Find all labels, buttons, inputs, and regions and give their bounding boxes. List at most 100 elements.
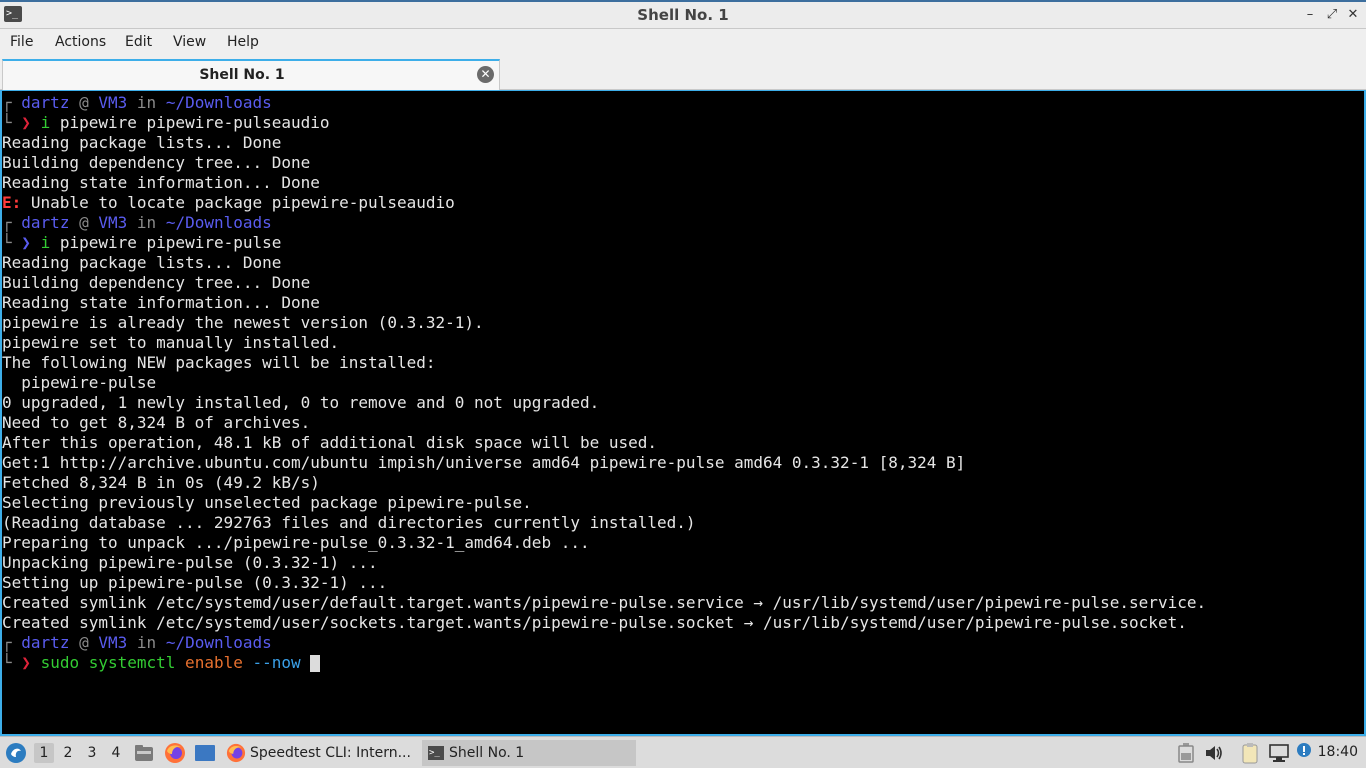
tab-label: Shell No. 1 (199, 67, 285, 83)
prompt-arrow-icon: ❯ (21, 113, 31, 132)
prompt-in: in (136, 93, 157, 112)
output-line: Need to get 8,324 B of archives. (2, 413, 1206, 433)
window-title: Shell No. 1 (637, 6, 729, 24)
menu-file[interactable]: File (10, 34, 33, 50)
command-args: pipewire pipewire-pulse (50, 233, 282, 252)
output-line: Building dependency tree... Done (2, 153, 1206, 173)
prompt-arrow-icon: ❯ (21, 653, 31, 672)
prompt-in: in (136, 633, 157, 652)
terminal-output: ┌ dartz @ VM3 in ~/Downloads └ ❯ i pipewi… (2, 93, 1206, 673)
prompt-in: in (136, 213, 157, 232)
prompt-at: @ (79, 213, 89, 232)
app-menu-icon[interactable] (5, 742, 27, 764)
output-text: pipewire is already the newest version (… (2, 313, 484, 332)
output-text: Reading state information... Done (2, 173, 320, 192)
output-text: Unpacking pipewire-pulse (0.3.32-1) ... (2, 553, 378, 572)
firefox-launcher-icon[interactable] (164, 742, 186, 764)
command-name: sudo systemctl (40, 653, 176, 672)
prompt-user: dartz (21, 93, 70, 112)
clock[interactable]: 18:40 (1318, 744, 1358, 760)
menu-edit[interactable]: Edit (125, 34, 152, 50)
output-line: (Reading database ... 292763 files and d… (2, 513, 1206, 533)
prompt-at: @ (79, 93, 89, 112)
firefox-icon (226, 743, 246, 763)
output-text: Created symlink /etc/systemd/user/defaul… (2, 593, 1207, 612)
tab-bar: Shell No. 1 ✕ (0, 57, 1366, 90)
output-line: Setting up pipewire-pulse (0.3.32-1) ... (2, 573, 1206, 593)
output-line: Created symlink /etc/systemd/user/socket… (2, 613, 1206, 633)
prompt-corner: ┌ (2, 633, 12, 652)
output-text: Selecting previously unselected package … (2, 493, 532, 512)
workspace-4[interactable]: 4 (106, 743, 126, 763)
output-text: After this operation, 48.1 kB of additio… (2, 433, 658, 452)
error-prefix: E: (2, 193, 22, 212)
output-line: Reading package lists... Done (2, 133, 1206, 153)
task-label: Shell No. 1 (449, 745, 525, 761)
text-cursor (310, 655, 321, 672)
menu-help[interactable]: Help (227, 34, 259, 50)
prompt-corner: └ (2, 653, 12, 672)
output-text: Get:1 http://archive.ubuntu.com/ubuntu i… (2, 453, 966, 472)
prompt-host: VM3 (98, 633, 128, 652)
prompt-host: VM3 (98, 213, 128, 232)
output-text: Reading package lists... Done (2, 133, 282, 152)
output-line: pipewire set to manually installed. (2, 333, 1206, 353)
output-line: Preparing to unpack .../pipewire-pulse_0… (2, 533, 1206, 553)
command-flag: --now (242, 653, 301, 672)
clipboard-icon[interactable] (1240, 742, 1262, 764)
output-text: Setting up pipewire-pulse (0.3.32-1) ... (2, 573, 388, 592)
minimize-button[interactable]: – (1301, 7, 1319, 22)
output-text: pipewire-pulse (2, 373, 157, 392)
menu-view[interactable]: View (173, 34, 206, 50)
task-speedtest[interactable]: Speedtest CLI: Intern... (224, 740, 414, 766)
command-name: i (40, 113, 51, 132)
output-text: Building dependency tree... Done (2, 273, 311, 292)
command-subcommand: enable (175, 653, 243, 672)
prompt-header: ┌ dartz @ VM3 in ~/Downloads (2, 213, 1206, 233)
output-text: Building dependency tree... Done (2, 153, 311, 172)
tab-close-icon[interactable]: ✕ (477, 66, 494, 83)
prompt-path: ~/Downloads (165, 213, 272, 232)
output-text: 0 upgraded, 1 newly installed, 0 to remo… (2, 393, 600, 412)
output-text: The following NEW packages will be insta… (2, 353, 436, 372)
task-shell[interactable]: >_ Shell No. 1 (422, 740, 636, 766)
error-line: E: Unable to locate package pipewire-pul… (2, 193, 1206, 213)
command-line: └ ❯ i pipewire pipewire-pulse (2, 233, 1206, 253)
output-line: pipewire-pulse (2, 373, 1206, 393)
output-line: Created symlink /etc/systemd/user/defaul… (2, 593, 1206, 613)
network-icon[interactable] (1268, 743, 1290, 763)
maximize-button[interactable]: ⤢ (1323, 7, 1341, 22)
output-text: (Reading database ... 292763 files and d… (2, 513, 696, 532)
workspace-3[interactable]: 3 (82, 743, 102, 763)
battery-icon[interactable] (1178, 743, 1194, 763)
workspace-1[interactable]: 1 (34, 743, 54, 763)
tab-shell-1[interactable]: Shell No. 1 ✕ (2, 59, 500, 90)
output-text: pipewire set to manually installed. (2, 333, 340, 352)
file-manager-icon[interactable] (134, 743, 154, 763)
taskbar: 1 2 3 4 Speedtest CLI: Intern... >_ Shel… (0, 736, 1366, 768)
output-text: Created symlink /etc/systemd/user/socket… (2, 613, 1187, 632)
prompt-corner: └ (2, 233, 12, 252)
output-line: The following NEW packages will be insta… (2, 353, 1206, 373)
output-line: pipewire is already the newest version (… (2, 313, 1206, 333)
output-line: Reading state information... Done (2, 173, 1206, 193)
command-args: pipewire pipewire-pulseaudio (50, 113, 330, 132)
volume-icon[interactable] (1204, 743, 1224, 763)
terminal-view[interactable]: ┌ dartz @ VM3 in ~/Downloads └ ❯ i pipewi… (0, 90, 1366, 736)
output-text: Reading state information... Done (2, 293, 320, 312)
output-line: Unpacking pipewire-pulse (0.3.32-1) ... (2, 553, 1206, 573)
workspace-2[interactable]: 2 (58, 743, 78, 763)
prompt-corner: ┌ (2, 93, 12, 112)
prompt-path: ~/Downloads (165, 93, 272, 112)
desktop-icon[interactable] (194, 743, 216, 763)
menu-bar: File Actions Edit View Help (0, 29, 1366, 57)
error-text: Unable to locate package pipewire-pulsea… (21, 193, 455, 212)
close-button[interactable]: ✕ (1344, 7, 1362, 22)
prompt-user: dartz (21, 633, 70, 652)
command-line: └ ❯ i pipewire pipewire-pulseaudio (2, 113, 1206, 133)
menu-actions[interactable]: Actions (55, 34, 106, 50)
command-name: i (40, 233, 51, 252)
window-titlebar[interactable]: >_ Shell No. 1 – ⤢ ✕ (0, 0, 1366, 29)
notification-icon[interactable] (1294, 742, 1314, 762)
prompt-corner: ┌ (2, 213, 12, 232)
